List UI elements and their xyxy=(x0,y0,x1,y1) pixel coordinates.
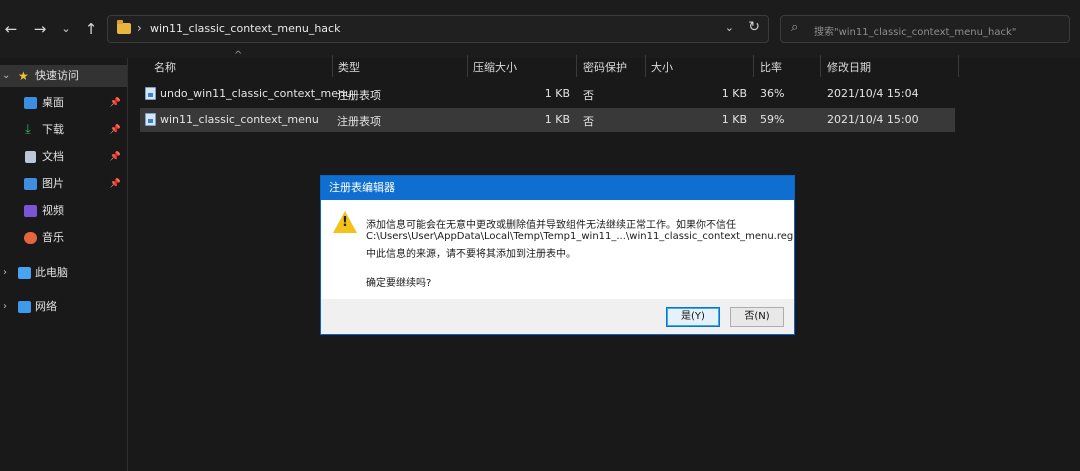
navigation-pane: ⌄ ★ 快速访问 桌面 📌 ⤓ 下载 📌 文档 📌 图片 📌 视频 音乐 › 此… xyxy=(0,58,128,471)
file-ratio: 36% xyxy=(760,87,785,100)
column-header-modified[interactable]: 修改日期 xyxy=(827,58,871,78)
computer-icon xyxy=(18,267,31,279)
pictures-icon xyxy=(24,178,37,190)
breadcrumb-chevron-icon[interactable]: › xyxy=(137,21,142,35)
sort-ascending-icon: ^ xyxy=(234,50,243,61)
column-divider[interactable] xyxy=(820,55,821,77)
forward-button[interactable]: → xyxy=(29,18,51,40)
file-ratio: 59% xyxy=(760,113,785,126)
download-icon: ⤓ xyxy=(25,122,31,137)
column-header-type[interactable]: 类型 xyxy=(338,58,360,78)
column-divider[interactable] xyxy=(753,55,754,77)
column-header-name[interactable]: 名称 xyxy=(154,58,176,78)
sidebar-item-label: 网络 xyxy=(35,300,57,313)
search-icon: ⌕ xyxy=(791,20,799,35)
column-header-password[interactable]: 密码保护 xyxy=(583,58,627,78)
sidebar-item-documents[interactable]: 文档 📌 xyxy=(0,146,127,168)
file-type: 注册表项 xyxy=(337,115,381,128)
registry-file-icon xyxy=(145,113,156,126)
sidebar-item-pictures[interactable]: 图片 📌 xyxy=(0,173,127,195)
sidebar-item-videos[interactable]: 视频 xyxy=(0,200,127,222)
file-size: 1 KB xyxy=(721,113,747,126)
address-path[interactable]: win11_classic_context_menu_hack xyxy=(150,22,340,35)
column-divider[interactable] xyxy=(576,55,577,77)
sidebar-item-label: 文档 xyxy=(42,150,64,163)
dialog-title: 注册表编辑器 xyxy=(329,181,395,194)
sidebar-item-downloads[interactable]: ⤓ 下载 📌 xyxy=(0,119,127,141)
sidebar-item-label: 图片 xyxy=(42,177,64,190)
file-name: win11_classic_context_menu xyxy=(160,113,319,126)
file-password: 否 xyxy=(583,115,594,128)
chevron-down-icon[interactable]: ⌄ xyxy=(725,21,734,34)
column-divider[interactable] xyxy=(467,55,468,77)
column-divider[interactable] xyxy=(332,55,333,77)
file-compressed-size: 1 KB xyxy=(544,87,570,100)
column-header-compressed-size[interactable]: 压缩大小 xyxy=(473,58,517,78)
chevron-right-icon[interactable]: › xyxy=(3,262,7,284)
pin-icon: 📌 xyxy=(109,152,121,162)
dialog-message-line: 中此信息的来源，请不要将其添加到注册表中。 xyxy=(366,249,576,260)
sidebar-item-music[interactable]: 音乐 xyxy=(0,227,127,249)
column-header-ratio[interactable]: 比率 xyxy=(760,58,782,78)
file-password: 否 xyxy=(583,89,594,102)
registry-editor-dialog: 注册表编辑器 ! 添加信息可能会在无意中更改或删除值并导致组件无法继续正常工作。… xyxy=(320,175,795,335)
pin-icon: 📌 xyxy=(109,125,121,135)
document-icon xyxy=(25,151,36,163)
network-icon xyxy=(18,301,31,313)
dialog-body: ! 添加信息可能会在无意中更改或删除值并导致组件无法继续正常工作。如果你不信任 … xyxy=(321,200,794,299)
refresh-icon[interactable]: ↻ xyxy=(748,19,760,35)
column-divider[interactable] xyxy=(645,55,646,77)
sidebar-item-quick-access[interactable]: ⌄ ★ 快速访问 xyxy=(0,65,127,87)
sidebar-item-desktop[interactable]: 桌面 📌 xyxy=(0,92,127,114)
pin-icon: 📌 xyxy=(109,98,121,108)
file-row[interactable]: win11_classic_context_menu 注册表项 1 KB 否 1… xyxy=(140,108,955,132)
warning-exclamation-icon: ! xyxy=(342,215,348,230)
chevron-right-icon[interactable]: › xyxy=(3,296,7,318)
sidebar-item-network[interactable]: › 网络 xyxy=(0,296,127,318)
chevron-down-icon[interactable]: ⌄ xyxy=(2,65,10,87)
sidebar-item-label: 音乐 xyxy=(42,231,64,244)
sidebar-item-label: 视频 xyxy=(42,204,64,217)
search-input[interactable]: ⌕ 搜索"win11_classic_context_menu_hack" xyxy=(780,15,1070,43)
file-name: undo_win11_classic_context_menu xyxy=(160,87,352,100)
file-modified: 2021/10/4 15:04 xyxy=(827,87,919,100)
pin-icon: 📌 xyxy=(109,179,121,189)
dialog-question: 确定要继续吗? xyxy=(366,278,432,289)
dialog-title-bar[interactable]: 注册表编辑器 xyxy=(321,176,794,200)
music-icon xyxy=(24,232,37,244)
sidebar-item-label: 此电脑 xyxy=(35,266,68,279)
file-row[interactable]: undo_win11_classic_context_menu 注册表项 1 K… xyxy=(140,82,955,106)
recent-locations-chevron-icon[interactable]: ⌄ xyxy=(55,18,77,40)
registry-file-icon xyxy=(145,87,156,100)
search-placeholder: 搜索"win11_classic_context_menu_hack" xyxy=(814,27,1017,38)
back-button[interactable]: ← xyxy=(0,18,22,40)
folder-icon xyxy=(117,20,131,34)
column-divider[interactable] xyxy=(958,55,959,77)
sidebar-item-label: 桌面 xyxy=(42,96,64,109)
sidebar-item-label: 下载 xyxy=(42,123,64,136)
file-type: 注册表项 xyxy=(337,89,381,102)
videos-icon xyxy=(24,205,37,217)
dialog-message-line: 添加信息可能会在无意中更改或删除值并导致组件无法继续正常工作。如果你不信任 xyxy=(366,220,736,231)
up-button[interactable]: ↑ xyxy=(80,18,102,40)
address-bar[interactable]: › win11_classic_context_menu_hack ⌄ ↻ xyxy=(107,15,769,43)
star-icon: ★ xyxy=(18,69,29,83)
yes-button[interactable]: 是(Y) xyxy=(666,307,720,327)
file-compressed-size: 1 KB xyxy=(544,113,570,126)
sidebar-item-label: 快速访问 xyxy=(35,69,79,82)
sidebar-item-this-pc[interactable]: › 此电脑 xyxy=(0,262,127,284)
dialog-message-path: C:\Users\User\AppData\Local\Temp\Temp1_w… xyxy=(366,231,794,242)
file-size: 1 KB xyxy=(721,87,747,100)
column-header-size[interactable]: 大小 xyxy=(651,58,673,78)
desktop-icon xyxy=(24,97,37,109)
no-button[interactable]: 否(N) xyxy=(730,307,784,327)
file-modified: 2021/10/4 15:00 xyxy=(827,113,919,126)
